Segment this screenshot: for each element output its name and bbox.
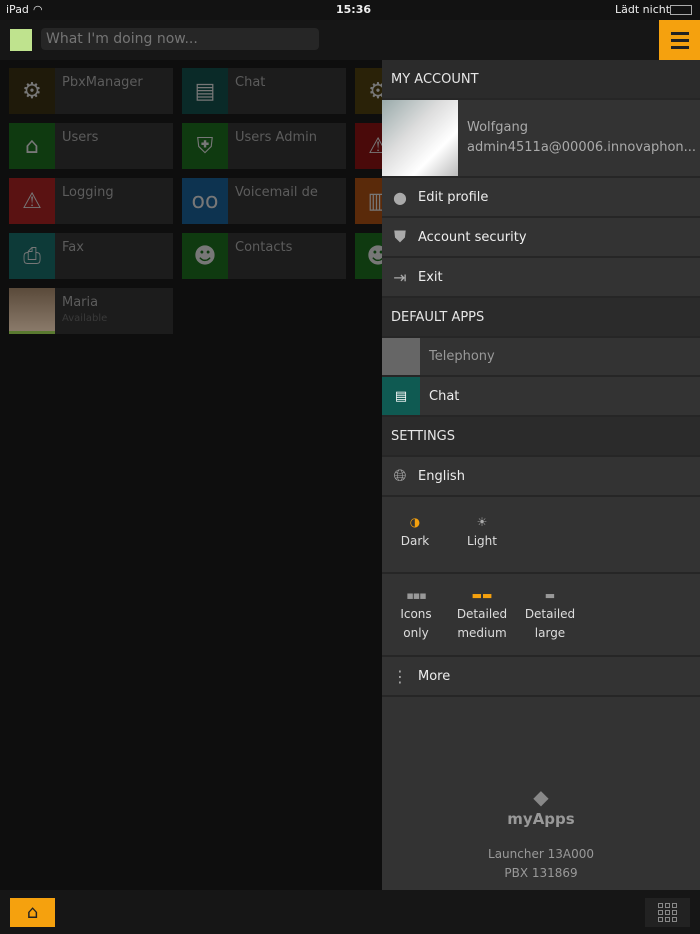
label-line: Detailed [524,607,576,621]
bottom-bar: ⌂ [0,890,700,934]
presence-text: Available [62,313,108,324]
battery-icon [670,5,692,15]
layout-detailed-large[interactable]: ▬ Detailed large [522,586,578,643]
device-name: iPad [6,3,29,16]
avatar [9,288,55,334]
myapps-logo: ◆ myApps [507,785,575,828]
chat-icon: ▤ [182,68,228,114]
tile-voicemail[interactable]: oo Voicemail de [182,178,346,224]
tile-label: Chat [235,75,266,90]
label-line: Icons [400,607,432,621]
section-my-account: MY ACCOUNT [382,60,700,100]
section-settings: SETTINGS [382,417,700,457]
telephony-icon [382,338,420,375]
menu-button[interactable] [659,20,700,60]
version-info: Launcher 13A000 PBX 131869 [382,845,700,883]
tile-pbxmanager[interactable]: ⚙ PbxManager [9,68,173,114]
exit-label: Exit [418,269,443,285]
user-profile[interactable]: Wolfgang admin4511a@00006.innovaphon... [382,100,700,178]
tile-label: PbxManager [62,75,143,90]
status-message-input[interactable] [41,28,319,50]
grid-small-icon: ▪▪▪ [406,589,426,602]
sun-icon: ☀ [476,515,488,529]
tile-fax[interactable]: ⎙ Fax [9,233,173,279]
default-app-telephony[interactable]: Telephony [382,338,700,377]
theme-options: ◑ Dark ☀ Light [382,497,700,574]
header [0,20,700,60]
account-menu-panel: MY ACCOUNT Wolfgang admin4511a@00006.inn… [382,60,700,890]
contacts-icon: ☻ [182,233,228,279]
tile-logging[interactable]: ⚠ Logging [9,178,173,224]
exit-item[interactable]: ⇥ Exit [382,258,700,298]
launcher-version: Launcher 13A000 [488,847,594,861]
section-default-apps: DEFAULT APPS [382,298,700,338]
default-app-chat[interactable]: ▤ Chat [382,377,700,417]
edit-profile-item[interactable]: ● Edit profile [382,178,700,218]
theme-dark[interactable]: ◑ Dark [392,513,438,551]
telephony-label: Telephony [429,349,495,364]
tile-label: Logging [62,185,114,200]
language-label: English [418,468,465,484]
label-line: large [534,626,566,640]
users-admin-icon: ⛨ [182,123,228,169]
presence-indicator[interactable] [10,29,32,51]
globe-icon: 🌐︎ [393,466,407,485]
chat-icon: ▤ [382,377,420,415]
status-bar: iPad ◠ 15:36 Lädt nicht [0,0,700,20]
exit-icon: ⇥ [393,267,407,287]
voicemail-icon: oo [182,178,228,224]
layout-icons-only[interactable]: ▪▪▪ Icons only [390,586,442,643]
more-item[interactable]: ⋮ More [382,657,700,697]
home-icon: ⌂ [26,902,39,923]
tile-label: Maria [62,295,99,310]
half-moon-icon: ◑ [409,515,421,529]
users-house-icon: ⌂ [9,123,55,169]
tile-users-admin[interactable]: ⛨ Users Admin [182,123,346,169]
user-avatar [382,100,458,176]
home-button[interactable]: ⌂ [10,898,55,927]
layout-detailed-medium[interactable]: ▬▬ Detailed medium [454,586,510,643]
theme-dark-label: Dark [400,534,430,548]
chat-label: Chat [429,388,460,404]
logging-warning-icon: ⚠ [9,178,55,224]
pbx-version: PBX 131869 [504,866,578,880]
edit-profile-label: Edit profile [418,189,489,205]
pbx-gear-icon: ⚙ [9,68,55,114]
label-line: medium [457,626,507,640]
tile-label: Fax [62,240,84,255]
user-email: admin4511a@00006.innovaphon... [467,140,697,155]
more-label: More [418,668,451,684]
layout-options: ▪▪▪ Icons only ▬▬ Detailed medium ▬ Detailed l… [382,574,700,657]
clock: 15:36 [336,3,372,16]
theme-light-label: Light [467,534,497,548]
language-item[interactable]: 🌐︎ English [382,457,700,497]
label-line: Detailed [456,607,508,621]
grid-medium-icon: ▬▬ [471,589,493,602]
tile-contacts[interactable]: ☻ Contacts [182,233,346,279]
theme-light[interactable]: ☀ Light [459,513,505,551]
label-line: only [403,626,429,640]
wifi-icon: ◠ [33,3,43,16]
hamburger-icon [670,31,689,35]
tile-maria[interactable]: Maria Available [9,288,173,334]
user-name: Wolfgang [467,120,528,135]
shield-icon: ⛊ [393,227,406,246]
logo-text: myApps [507,810,575,828]
fax-icon: ⎙ [9,233,55,279]
more-vertical-icon: ⋮ [392,666,408,686]
tile-label: Users [62,130,99,145]
account-security-item[interactable]: ⛊ Account security [382,218,700,258]
grid-large-icon: ▬ [544,589,556,602]
battery-status: Lädt nicht [615,3,671,16]
tile-label: Voicemail de [235,185,318,200]
tile-chat[interactable]: ▤ Chat [182,68,346,114]
person-icon: ● [393,187,407,207]
apps-grid-button[interactable] [645,898,690,927]
tile-label: Users Admin [235,130,317,145]
tile-users[interactable]: ⌂ Users [9,123,173,169]
tile-label: Contacts [235,240,293,255]
account-security-label: Account security [418,229,527,245]
